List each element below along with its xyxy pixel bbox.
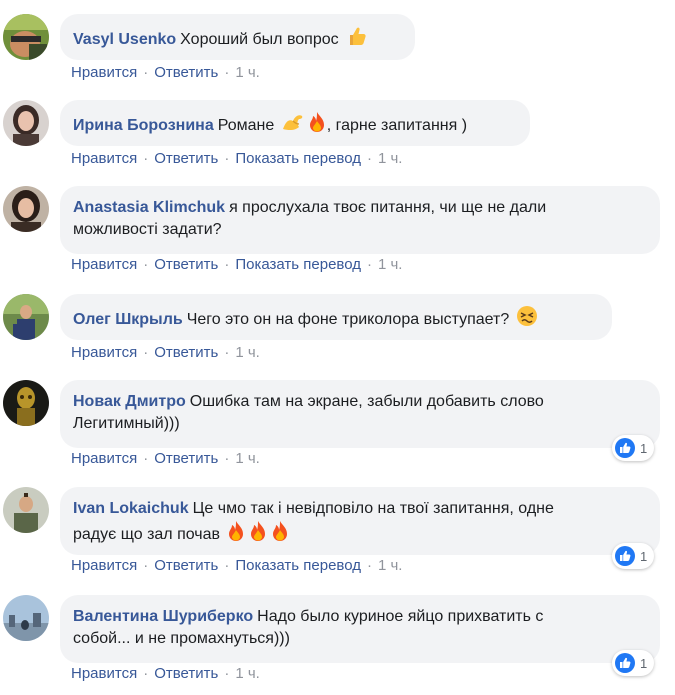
thumbs-up-emoji [345,25,367,47]
reaction-summary[interactable]: 1 [612,650,655,676]
reply-link[interactable]: Ответить [154,665,218,682]
reaction-summary[interactable]: 1 [612,435,655,461]
reply-link[interactable]: Ответить [154,344,218,361]
reply-link[interactable]: Ответить [154,256,218,273]
like-icon [615,653,635,673]
translate-link[interactable]: Показать перевод [235,150,361,167]
reaction-count: 1 [640,655,648,671]
comment-text: Це чмо так і невідповіло на твої запитан… [192,500,554,517]
comment-text: Надо было куриное яйцо прихватить с [257,608,544,625]
translate-link[interactable]: Показать перевод [235,557,361,574]
reply-link[interactable]: Ответить [154,64,218,81]
comment-actions: Нравится · Ответить · 1 ч. [71,665,260,682]
avatar[interactable] [3,186,49,232]
comment-bubble: Anastasia Klimchuk я прослухала твоє пита… [60,186,660,254]
fire-emoji [226,520,246,542]
fire-emoji [248,520,268,542]
reaction-count: 1 [640,440,648,456]
comment-bubble: Новак Дмитро Ошибка там на экране, забыли… [60,380,660,448]
comment-bubble: Ivan Lokaichuk Це чмо так і невідповіло н… [60,487,660,555]
comment-author[interactable]: Vasyl Usenko [73,31,176,48]
comment-bubble: Ирина Борознина Романе , гарне запитання … [60,100,530,146]
reaction-count: 1 [640,548,648,564]
like-icon [615,546,635,566]
like-link[interactable]: Нравится [71,64,137,81]
comment-text: Романе [217,117,275,134]
reply-link[interactable]: Ответить [154,150,218,167]
comment-actions: Нравится · Ответить · Показать перевод · 1 ч. [71,256,403,273]
fire-emoji [307,111,327,133]
comment-text-line2: радує що зал почав [73,526,221,543]
avatar[interactable] [3,595,49,641]
comment-timestamp[interactable]: 1 ч. [235,665,260,682]
comment-author[interactable]: Валентина Шуриберко [73,608,253,625]
comment-bubble: Vasyl Usenko Хороший был вопрос [60,14,415,60]
comment-text-line2: можливості задати? [73,221,222,238]
flexed-biceps-emoji [281,111,305,133]
comment-author[interactable]: Новак Дмитро [73,393,186,410]
comment-text: Хороший был вопрос [180,31,339,48]
comment-bubble: Валентина Шуриберко Надо было куриное яйц… [60,595,660,663]
comment-text-line2: собой... и не промахнуться))) [73,630,290,647]
like-link[interactable]: Нравится [71,150,137,167]
comment-timestamp[interactable]: 1 ч. [235,344,260,361]
translate-link[interactable]: Показать перевод [235,256,361,273]
like-link[interactable]: Нравится [71,557,137,574]
like-link[interactable]: Нравится [71,665,137,682]
comment-timestamp[interactable]: 1 ч. [378,256,403,273]
like-icon [615,438,635,458]
comment-bubble: Олег Шкрыль Чего это он на фоне триколора… [60,294,612,340]
comment-author[interactable]: Ирина Борознина [73,117,214,134]
fire-emoji [270,520,290,542]
like-link[interactable]: Нравится [71,450,137,467]
comment-timestamp[interactable]: 1 ч. [378,150,403,167]
comment-actions: Нравится · Ответить · 1 ч. [71,64,260,81]
avatar[interactable] [3,487,49,533]
like-link[interactable]: Нравится [71,344,137,361]
persevering-face-emoji [516,305,538,327]
avatar[interactable] [3,294,49,340]
reply-link[interactable]: Ответить [154,557,218,574]
comment-timestamp[interactable]: 1 ч. [235,450,260,467]
like-link[interactable]: Нравится [71,256,137,273]
comment-actions: Нравится · Ответить · Показать перевод · 1 ч. [71,150,403,167]
comment-text-continued: , гарне запитання ) [326,117,468,134]
comment-actions: Нравится · Ответить · 1 ч. [71,450,260,467]
reaction-summary[interactable]: 1 [612,543,655,569]
reply-link[interactable]: Ответить [154,450,218,467]
comment-text: я прослухала твоє питання, чи ще не дали [229,199,547,216]
comment-author[interactable]: Ivan Lokaichuk [73,500,189,517]
avatar[interactable] [3,380,49,426]
avatar[interactable] [3,100,49,146]
comment-timestamp[interactable]: 1 ч. [378,557,403,574]
comment-timestamp[interactable]: 1 ч. [235,64,260,81]
comment-author[interactable]: Олег Шкрыль [73,311,183,328]
comment-text: Чего это он на фоне триколора выступает? [186,311,510,328]
avatar[interactable] [3,14,49,60]
comment-author[interactable]: Anastasia Klimchuk [73,199,225,216]
comment-actions: Нравится · Ответить · 1 ч. [71,344,260,361]
comment-actions: Нравится · Ответить · Показать перевод · 1 ч. [71,557,403,574]
comment-text-line2: Легитимный))) [73,415,180,432]
comment-text: Ошибка там на экране, забыли добавить сл… [189,393,544,410]
comment-thread: Vasyl Usenko Хороший был вопрос Нравится ·… [0,0,675,695]
